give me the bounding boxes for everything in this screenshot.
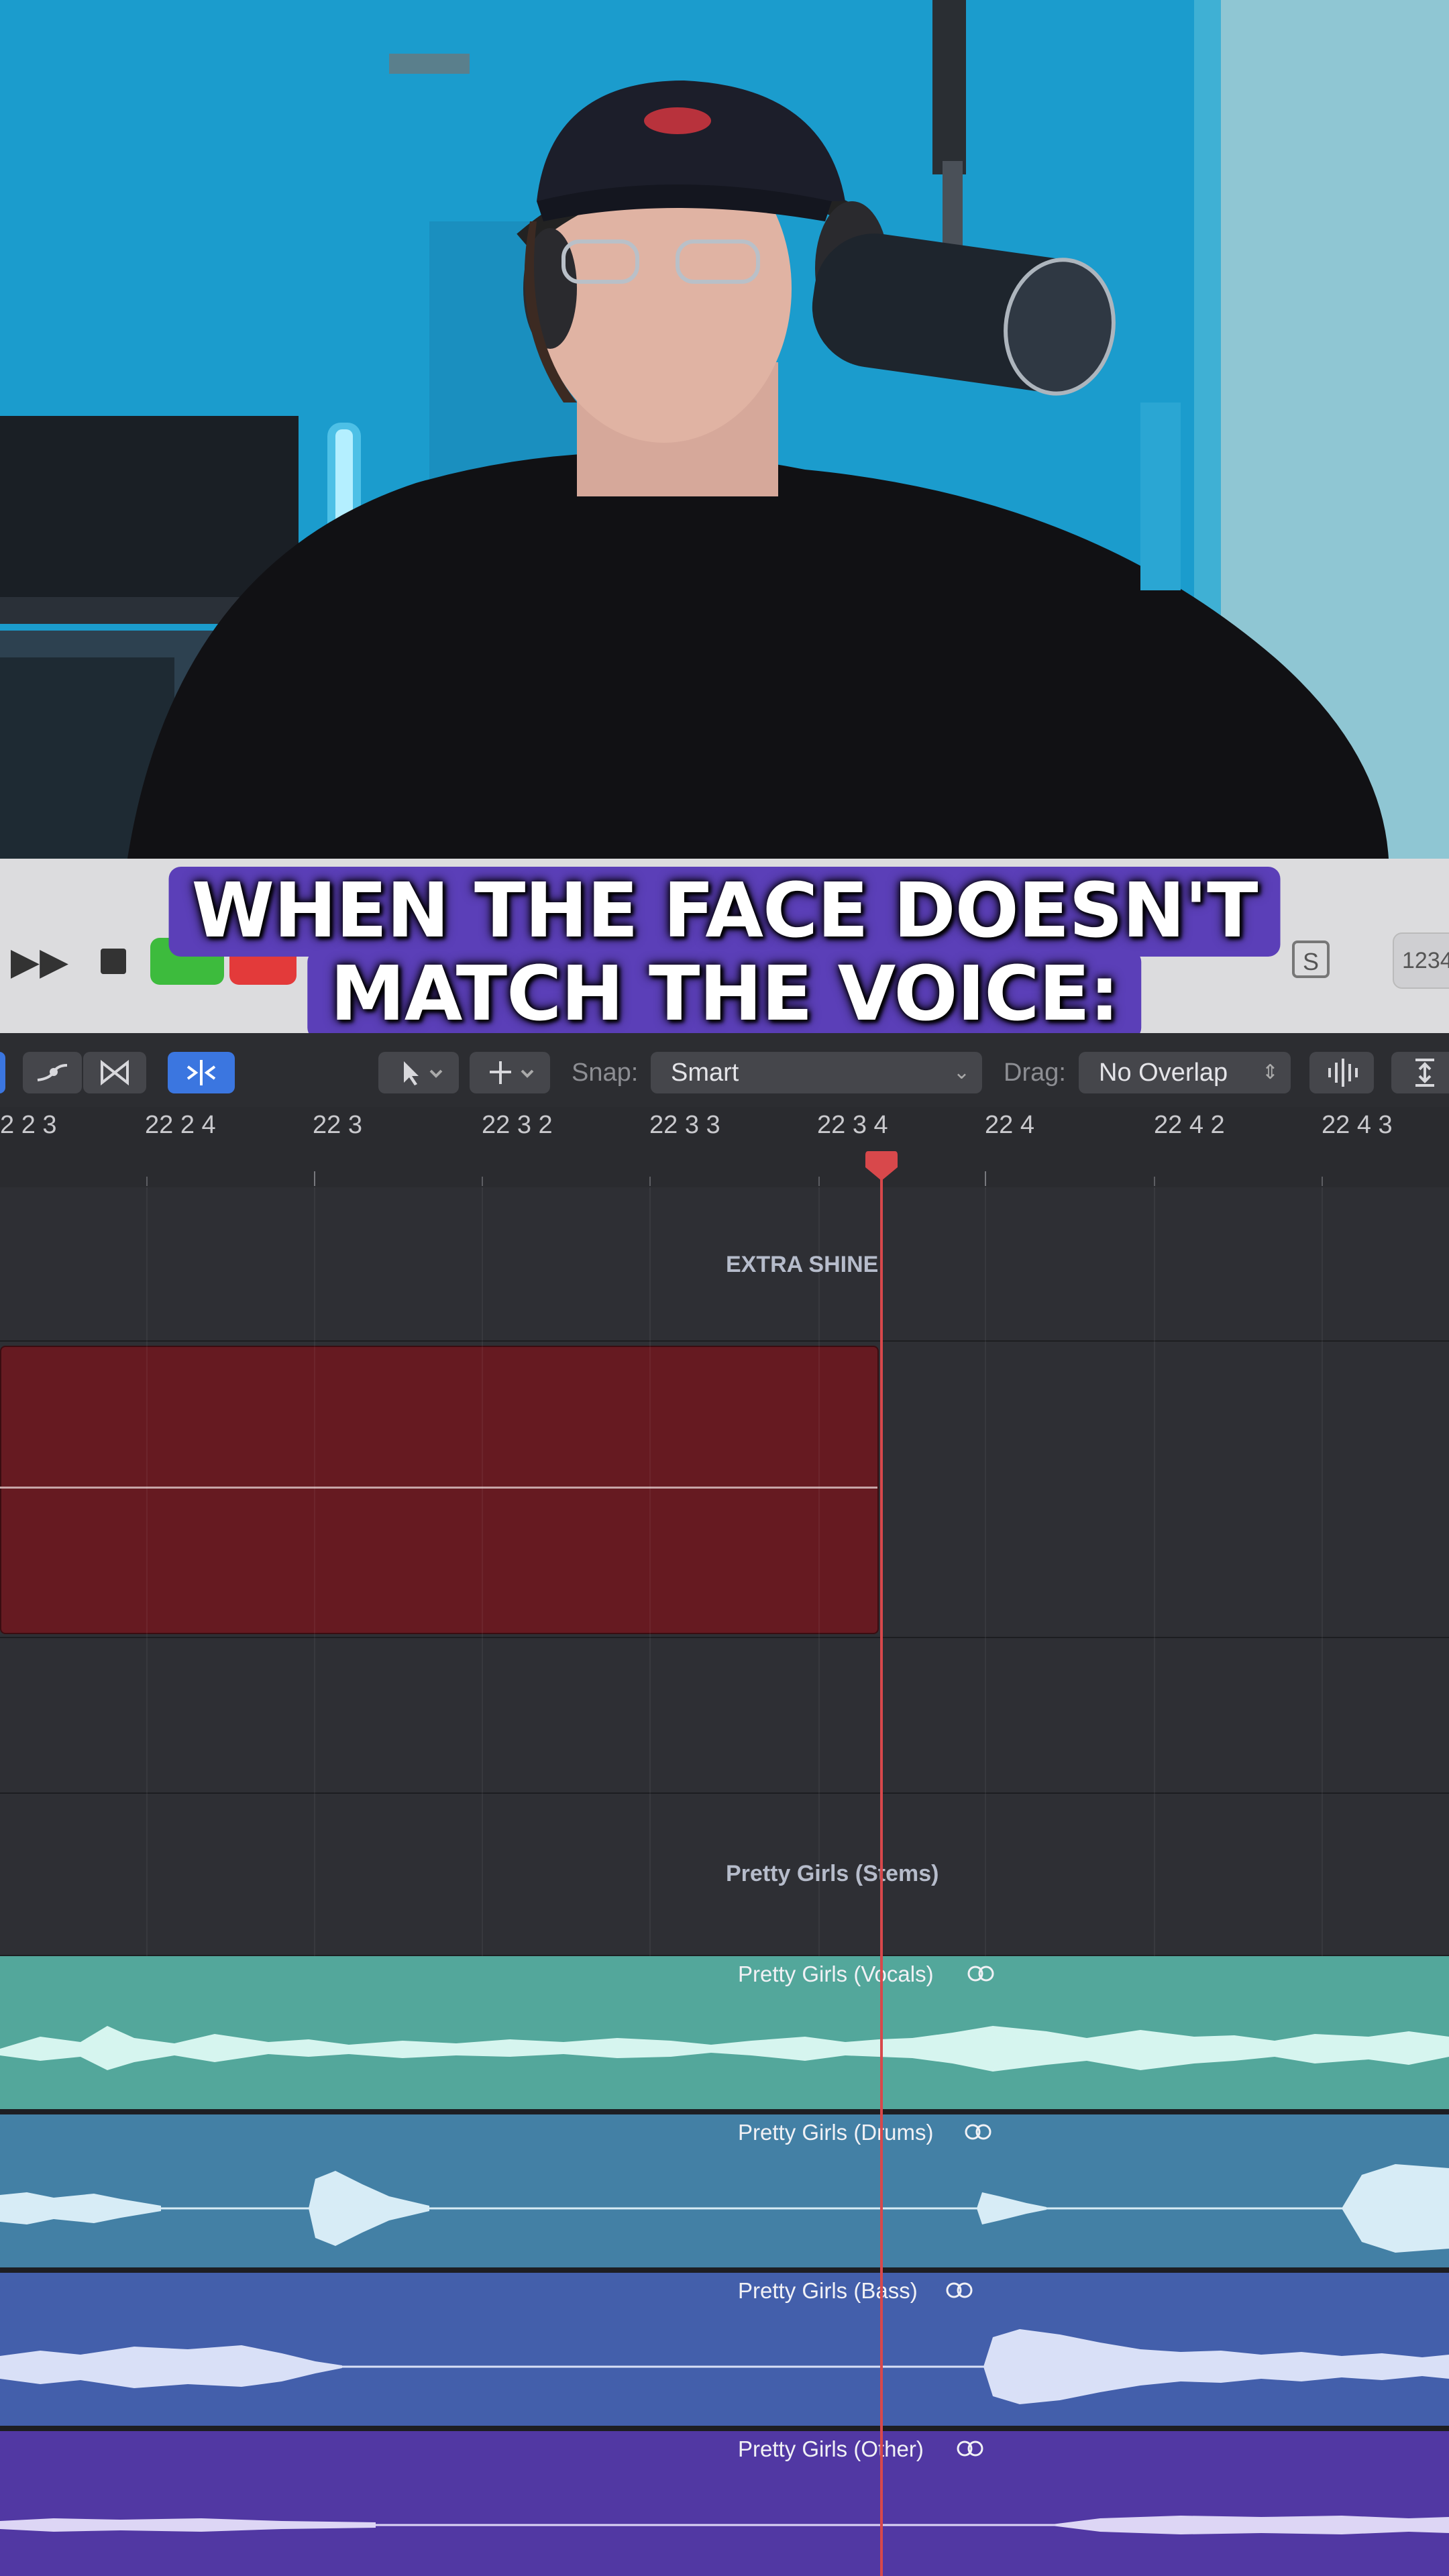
waveform-icon <box>1328 1059 1358 1087</box>
solo-icon: S <box>1302 948 1319 975</box>
region-label-vocals: Pretty Girls (Vocals) <box>738 1962 934 1986</box>
crosshair-icon <box>490 1061 534 1084</box>
ruler-label: 22 3 2 <box>482 1111 553 1139</box>
loop-icon <box>946 2282 973 2298</box>
ruler-label: 22 4 3 <box>1322 1111 1393 1139</box>
waveform-bass <box>0 2329 1449 2404</box>
region-divider <box>0 1487 877 1489</box>
timeline-ruler[interactable]: 2 2 3 22 2 4 22 3 22 3 2 22 3 3 22 3 4 2… <box>0 1107 1449 1189</box>
catch-playhead-icon <box>186 1060 216 1085</box>
fast-forward-button[interactable]: ▶▶ <box>9 938 70 985</box>
ruler-label: 22 3 <box>313 1111 362 1139</box>
region-label-bass: Pretty Girls (Bass) <box>738 2278 918 2303</box>
flex-button[interactable] <box>83 1052 146 1093</box>
ruler-label: 22 3 3 <box>649 1111 720 1139</box>
automation-icon <box>37 1064 68 1081</box>
ruler-tick <box>649 1177 651 1186</box>
track-lane-empty[interactable] <box>0 1638 1449 1794</box>
caption-line-2: MATCH THE VOICE: <box>307 950 1142 1040</box>
catch-playhead-button[interactable] <box>168 1052 235 1093</box>
region-separator <box>0 2267 1449 2273</box>
toolbar-selected-edge[interactable] <box>0 1052 5 1093</box>
waveform-zoom-button[interactable] <box>1309 1052 1374 1093</box>
command-click-tool-menu[interactable] <box>470 1052 550 1093</box>
drag-popup[interactable]: No Overlap ⇕ <box>1079 1052 1291 1093</box>
loop-icon <box>967 1966 994 1982</box>
ruler-tick <box>482 1177 483 1186</box>
caption-line-1: WHEN THE FACE DOESN'T <box>168 867 1281 957</box>
lcd-display[interactable]: 1234 <box>1393 932 1449 989</box>
waveform-other <box>0 2516 1449 2534</box>
snap-label: Snap: <box>572 1059 639 1087</box>
loop-icon <box>957 2440 983 2457</box>
loop-icon <box>965 2124 991 2140</box>
vertical-resize-icon <box>1415 1059 1434 1087</box>
region-separator <box>0 2426 1449 2431</box>
track-lane-extra-shine[interactable]: EXTRA SHINE <box>0 1187 1449 1342</box>
webcam-video <box>0 0 1449 859</box>
tracks-toolbar: Snap: Smart ⌄ Drag: No Overlap ⇕ <box>0 1033 1449 1107</box>
ruler-tick <box>818 1177 820 1186</box>
ruler-tick <box>985 1171 986 1186</box>
region-separator <box>0 2109 1449 2114</box>
playhead-line[interactable] <box>880 1167 883 2576</box>
track-title-extra-shine: EXTRA SHINE <box>726 1252 879 1277</box>
track-height-button[interactable] <box>1391 1052 1449 1093</box>
chevron-updown-icon: ⇕ <box>1261 1061 1279 1083</box>
playhead-icon[interactable] <box>863 1148 900 1182</box>
region-drums[interactable]: Pretty Girls (Drums) <box>0 2114 1449 2267</box>
automation-button[interactable] <box>23 1052 82 1093</box>
region-bass[interactable]: Pretty Girls (Bass) <box>0 2273 1449 2426</box>
ruler-tick <box>146 1177 148 1186</box>
drag-value: No Overlap <box>1099 1059 1228 1087</box>
pointer-icon <box>404 1061 443 1085</box>
region-other[interactable]: Pretty Girls (Other) <box>0 2431 1449 2576</box>
track-title-stems: Pretty Girls (Stems) <box>726 1861 939 1886</box>
region-vocals[interactable]: Pretty Girls (Vocals) <box>0 1956 1449 2109</box>
ruler-label: 2 2 3 <box>0 1111 57 1139</box>
region-label-other: Pretty Girls (Other) <box>738 2436 924 2461</box>
flex-icon <box>101 1059 129 1086</box>
pointer-tool-menu[interactable] <box>378 1052 459 1093</box>
snap-popup[interactable]: Smart ⌄ <box>651 1052 982 1093</box>
drag-label: Drag: <box>1004 1059 1066 1087</box>
ruler-label: 22 3 4 <box>817 1111 888 1139</box>
fast-forward-icon: ▶▶ <box>10 940 69 982</box>
solo-button[interactable]: S <box>1292 941 1330 978</box>
chevron-updown-icon: ⌄ <box>953 1061 970 1083</box>
ruler-tick <box>1154 1177 1155 1186</box>
ruler-tick <box>1322 1177 1323 1186</box>
audio-region[interactable] <box>0 1346 879 1634</box>
ruler-label: 22 4 <box>985 1111 1034 1139</box>
waveform-vocals <box>0 2026 1449 2072</box>
ruler-label: 22 2 4 <box>145 1111 216 1139</box>
ruler-tick <box>314 1171 315 1186</box>
track-lane-stems-folder[interactable]: Pretty Girls (Stems) <box>0 1794 1449 1956</box>
webcam-scene <box>0 0 1449 859</box>
waveform-drums <box>0 2164 1449 2253</box>
snap-value: Smart <box>671 1059 739 1087</box>
ruler-label: 22 4 2 <box>1154 1111 1225 1139</box>
stop-button[interactable] <box>94 942 131 979</box>
region-label-drums: Pretty Girls (Drums) <box>738 2120 934 2145</box>
lcd-text: 1234 <box>1402 948 1449 973</box>
